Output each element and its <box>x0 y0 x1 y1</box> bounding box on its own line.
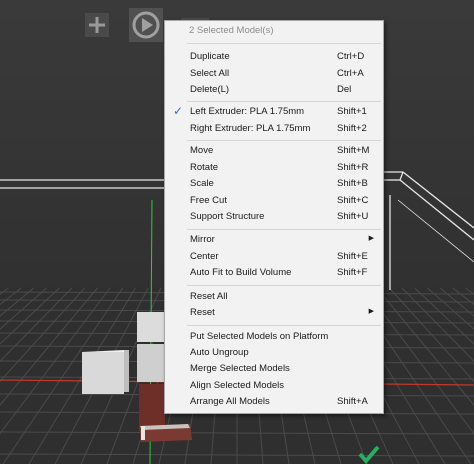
menu-item-label: Auto Fit to Build Volume <box>190 267 292 278</box>
menu-item-left-extruder-pla-1-75mm[interactable]: ✓ Left Extruder: PLA 1.75mm Shift+1 <box>167 104 381 120</box>
menu-item-shortcut: Shift+E <box>337 251 368 262</box>
model-center-block <box>137 312 165 382</box>
menu-item-free-cut[interactable]: Free Cut Shift+C <box>167 193 381 209</box>
menu-item-auto-fit-to-build-volume[interactable]: Auto Fit to Build Volume Shift+F <box>167 265 381 281</box>
menu-item-scale[interactable]: Scale Shift+B <box>167 176 381 192</box>
menu-item-shortcut: Shift+R <box>337 162 369 173</box>
context-menu: 2 Selected Model(s) Duplicate Ctrl+D Selec… <box>164 20 384 414</box>
menu-item-align-selected-models[interactable]: Align Selected Models <box>167 378 381 394</box>
menu-separator <box>187 229 381 230</box>
check-icon[interactable] <box>356 443 380 464</box>
menu-item-auto-ungroup[interactable]: Auto Ungroup <box>167 345 381 361</box>
menu-item-label: Select All <box>190 67 230 79</box>
print-preview-button[interactable] <box>128 8 164 42</box>
add-model-button[interactable] <box>82 8 112 42</box>
menu-item-label: Mirror <box>190 234 215 245</box>
menu-item-shortcut: Del <box>337 84 352 95</box>
menu-item-label: Free Cut <box>190 195 227 206</box>
checkmark-icon: ✓ <box>173 104 184 118</box>
menu-item-label: Left Extruder: PLA 1.75mm <box>190 106 305 117</box>
menu-separator <box>187 285 381 286</box>
menu-item-label: Auto Ungroup <box>190 347 249 358</box>
menu-item-label: Scale <box>190 178 214 189</box>
menu-item-label: Align Selected Models <box>190 380 284 391</box>
menu-item-shortcut: Shift+U <box>337 211 369 222</box>
menu-item-shortcut: Shift+M <box>337 145 370 156</box>
menu-item-shortcut: Ctrl+A <box>337 67 364 79</box>
menu-item-right-extruder-pla-1-75mm[interactable]: Right Extruder: PLA 1.75mm Shift+2 <box>167 121 381 137</box>
menu-separator <box>187 140 381 141</box>
menu-item-rotate[interactable]: Rotate Shift+R <box>167 160 381 176</box>
menu-item-label: Duplicate <box>190 51 230 62</box>
menu-item-shortcut: Shift+2 <box>337 123 367 134</box>
menu-item-label: Move <box>190 145 214 156</box>
menu-item-label: Rotate <box>190 162 218 173</box>
menu-item-shortcut: Ctrl+D <box>337 51 365 62</box>
menu-item-move[interactable]: Move Shift+M <box>167 143 381 159</box>
menu-item-label: Arrange All Models <box>190 396 270 407</box>
menu-item-label: Put Selected Models on Platform <box>190 331 329 342</box>
menu-item-merge-selected-models[interactable]: Merge Selected Models <box>167 361 381 377</box>
menu-item-label: Merge Selected Models <box>190 363 290 374</box>
menu-item-mirror[interactable]: Mirror ▶ <box>167 232 381 248</box>
menu-item-reset[interactable]: Reset ▶ <box>167 305 381 321</box>
menu-item-label: Center <box>190 251 219 262</box>
menu-item-shortcut: Shift+C <box>337 195 369 206</box>
menu-header: 2 Selected Model(s) <box>189 25 274 36</box>
menu-item-arrange-all-models[interactable]: Arrange All Models Shift+A <box>167 394 381 410</box>
3d-viewport[interactable]: 2 Selected Model(s) Duplicate Ctrl+D Selec… <box>0 0 474 464</box>
menu-item-label: Delete(L) <box>190 84 230 95</box>
menu-item-duplicate[interactable]: Duplicate Ctrl+D <box>167 49 381 65</box>
model-grey-cube <box>82 350 129 394</box>
submenu-arrow-icon: ▶ <box>368 308 374 315</box>
play-icon <box>129 8 163 42</box>
menu-separator <box>187 325 381 326</box>
menu-item-shortcut: Shift+F <box>337 267 368 278</box>
submenu-arrow-icon: ▶ <box>368 235 374 242</box>
menu-item-reset-all[interactable]: Reset All <box>167 289 381 305</box>
menu-separator <box>187 43 381 44</box>
plus-icon <box>85 13 109 37</box>
menu-item-center[interactable]: Center Shift+E <box>167 249 381 265</box>
menu-item-label: Reset <box>190 307 215 318</box>
menu-item-label: Support Structure <box>190 211 265 222</box>
menu-item-shortcut: Shift+B <box>337 178 368 189</box>
menu-item-label: Right Extruder: PLA 1.75mm <box>190 123 311 134</box>
menu-item-label: Reset All <box>190 291 228 302</box>
menu-item-put-selected-models-on-platform[interactable]: Put Selected Models on Platform <box>167 329 381 345</box>
menu-item-shortcut: Shift+1 <box>337 106 367 117</box>
menu-item-select-all[interactable]: Select All Ctrl+A <box>167 66 381 82</box>
menu-item-support-structure[interactable]: Support Structure Shift+U <box>167 209 381 225</box>
menu-item-shortcut: Shift+A <box>337 396 368 407</box>
menu-separator <box>187 101 381 102</box>
menu-item-delete-l[interactable]: Delete(L) Del <box>167 82 381 98</box>
